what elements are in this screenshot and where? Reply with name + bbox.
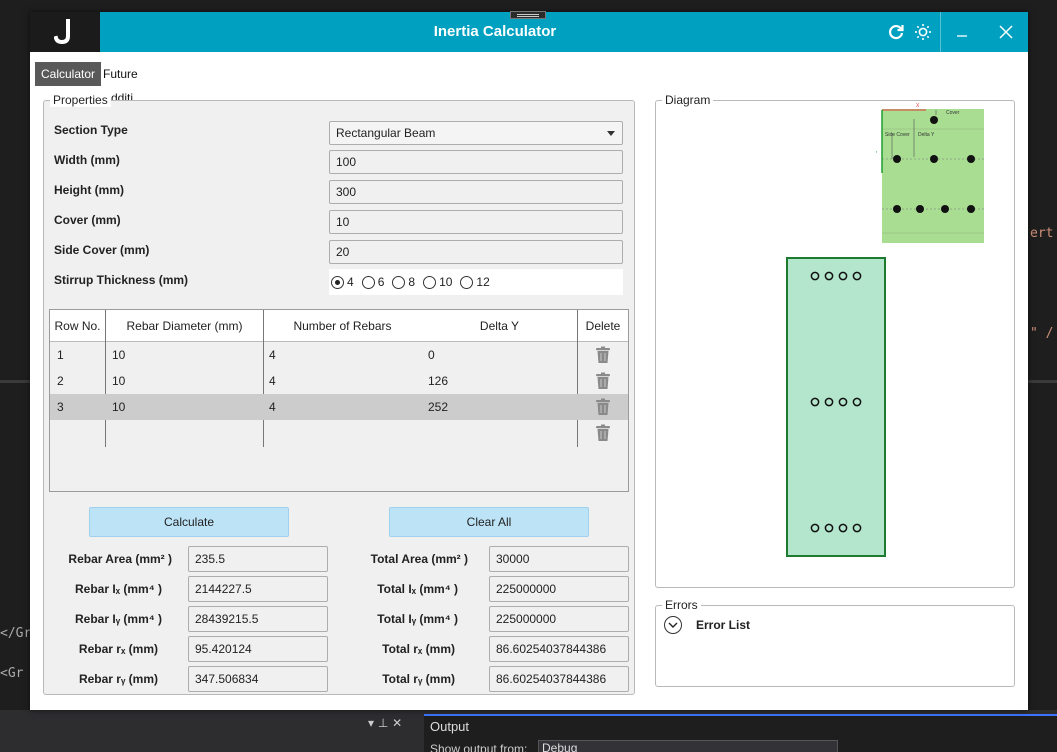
rebar-iy-value[interactable]: 28439215.5: [188, 606, 328, 632]
diagram-group: Diagram X Y Cover Side Cover Delta Y: [655, 93, 1015, 588]
svg-text:Delta Y: Delta Y: [918, 132, 935, 138]
table-row-new[interactable]: [50, 420, 628, 446]
section-type-value: Rectangular Beam: [336, 126, 436, 140]
panel-pin-icons[interactable]: ▾ ⊥ ✕: [368, 716, 402, 730]
rebar-table[interactable]: Row No. Rebar Diameter (mm) Number of Re…: [49, 309, 629, 492]
tab-future-additions[interactable]: Future Additi: [97, 62, 144, 105]
stirrup-option-10[interactable]: 10: [423, 275, 452, 289]
side-cover-field[interactable]: 20: [329, 240, 623, 264]
trash-icon[interactable]: [595, 346, 611, 364]
total-iy-label: Total Iᵧ (mm⁴ ): [377, 612, 458, 626]
table-row[interactable]: 1 10 4 0: [50, 342, 628, 368]
rebar-ry-label: Rebar rᵧ (mm): [78, 672, 158, 686]
stirrup-option-4[interactable]: 4: [331, 275, 354, 289]
app-window: Inertia Calculator Calculator Future Add…: [30, 11, 1028, 710]
total-ry-label: Total rᵧ (mm): [382, 672, 455, 686]
header-delete[interactable]: Delete: [578, 310, 628, 342]
stirrup-label: Stirrup Thickness (mm): [54, 273, 189, 287]
width-field[interactable]: 100: [329, 150, 623, 174]
svg-text:Y: Y: [876, 151, 878, 157]
total-iy-value[interactable]: 225000000: [489, 606, 629, 632]
show-output-select[interactable]: Debug: [538, 740, 838, 752]
height-field[interactable]: 300: [329, 180, 623, 204]
stirrup-option-8[interactable]: 8: [392, 275, 415, 289]
refresh-icon[interactable]: [886, 22, 906, 42]
trash-icon[interactable]: [595, 398, 611, 416]
ide-code-fragment: <Gr: [0, 666, 24, 681]
cover-label: Cover (mm): [54, 213, 121, 227]
calculate-button[interactable]: Calculate: [89, 507, 289, 537]
header-delta-y[interactable]: Delta Y: [422, 310, 577, 342]
error-list-label: Error List: [696, 618, 751, 632]
rebar-area-value[interactable]: 235.5: [188, 546, 328, 572]
tab-calculator[interactable]: Calculator: [35, 62, 102, 86]
trash-icon[interactable]: [595, 372, 611, 390]
chevron-down-icon: [607, 131, 615, 136]
rebar-area-label: Rebar Area (mm² ): [68, 552, 172, 566]
error-list-expander[interactable]: Error List: [664, 616, 750, 634]
radio-icon: [392, 275, 406, 289]
header-row-no[interactable]: Row No.: [50, 310, 105, 342]
clear-all-button[interactable]: Clear All: [389, 507, 589, 537]
header-number-of-rebars[interactable]: Number of Rebars: [264, 310, 421, 342]
show-output-label: Show output from:: [430, 742, 528, 752]
total-area-label: Total Area (mm² ): [370, 552, 468, 566]
stirrup-option-12[interactable]: 12: [460, 275, 490, 289]
svg-text:X: X: [916, 103, 920, 109]
cover-field[interactable]: 10: [329, 210, 623, 234]
rebar-iy-label: Rebar Iᵧ (mm⁴ ): [75, 612, 162, 626]
ide-code-fragment: </Gr: [0, 626, 32, 641]
close-icon[interactable]: [996, 22, 1016, 42]
svg-text:Cover: Cover: [946, 110, 960, 116]
properties-group: Properties Section Type Rectangular Beam…: [43, 93, 635, 695]
diagram-title: Diagram: [662, 93, 714, 107]
title-bar[interactable]: Inertia Calculator: [30, 11, 1028, 52]
radio-icon: [361, 275, 375, 289]
rebar-ry-value[interactable]: 347.506834: [188, 666, 328, 692]
svg-text:Side Cover: Side Cover: [885, 132, 910, 138]
theme-sun-icon[interactable]: [913, 22, 933, 42]
width-label: Width (mm): [54, 153, 120, 167]
total-rx-label: Total rₓ (mm): [382, 642, 455, 656]
total-rx-value[interactable]: 86.60254037844386: [489, 636, 629, 662]
total-ix-label: Total Iₓ (mm⁴ ): [377, 582, 458, 596]
chevron-down-icon: [664, 616, 682, 634]
total-ix-value[interactable]: 225000000: [489, 576, 629, 602]
rebar-rx-label: Rebar rₓ (mm): [78, 642, 158, 656]
rebar-ix-label: Rebar Iₓ (mm⁴ ): [74, 582, 162, 596]
stirrup-option-6[interactable]: 6: [361, 275, 384, 289]
output-title: Output: [430, 719, 470, 734]
header-rebar-diameter[interactable]: Rebar Diameter (mm): [106, 310, 263, 342]
height-label: Height (mm): [54, 183, 124, 197]
rebar-rx-value[interactable]: 95.420124: [188, 636, 328, 662]
table-row[interactable]: 2 10 4 126: [50, 368, 628, 394]
section-type-select[interactable]: Rectangular Beam: [329, 121, 623, 145]
table-row-selected[interactable]: 3 10 4 252: [50, 394, 628, 420]
side-cover-label: Side Cover (mm): [54, 243, 150, 257]
errors-title: Errors: [662, 598, 701, 612]
section-type-label: Section Type: [54, 123, 128, 137]
table-header: Row No. Rebar Diameter (mm) Number of Re…: [50, 310, 628, 342]
properties-title: Properties: [50, 93, 111, 107]
trash-icon[interactable]: [595, 424, 611, 442]
reference-sketch-image: X Y Cover Side Cover Delta Y: [876, 103, 984, 243]
logo-j-icon: [54, 19, 70, 45]
radio-icon: [460, 275, 474, 289]
window-title: Inertia Calculator: [433, 23, 557, 40]
app-logo: [30, 12, 100, 52]
ide-code-fragment: ert: [1030, 226, 1054, 241]
output-panel[interactable]: Output Show output from: Debug: [424, 714, 1057, 752]
minimize-icon[interactable]: [952, 22, 972, 42]
total-area-value[interactable]: 30000: [489, 546, 629, 572]
radio-icon: [423, 275, 437, 289]
beam-section-drawing: [786, 257, 886, 557]
total-ry-value[interactable]: 86.60254037844386: [489, 666, 629, 692]
rebar-ix-value[interactable]: 2144227.5: [188, 576, 328, 602]
radio-selected-icon: [331, 275, 344, 289]
errors-group: Errors Error List: [655, 598, 1015, 687]
ide-code-fragment: " /: [1030, 326, 1054, 341]
stirrup-radio-group: 4 6 8 10 12: [329, 269, 623, 295]
